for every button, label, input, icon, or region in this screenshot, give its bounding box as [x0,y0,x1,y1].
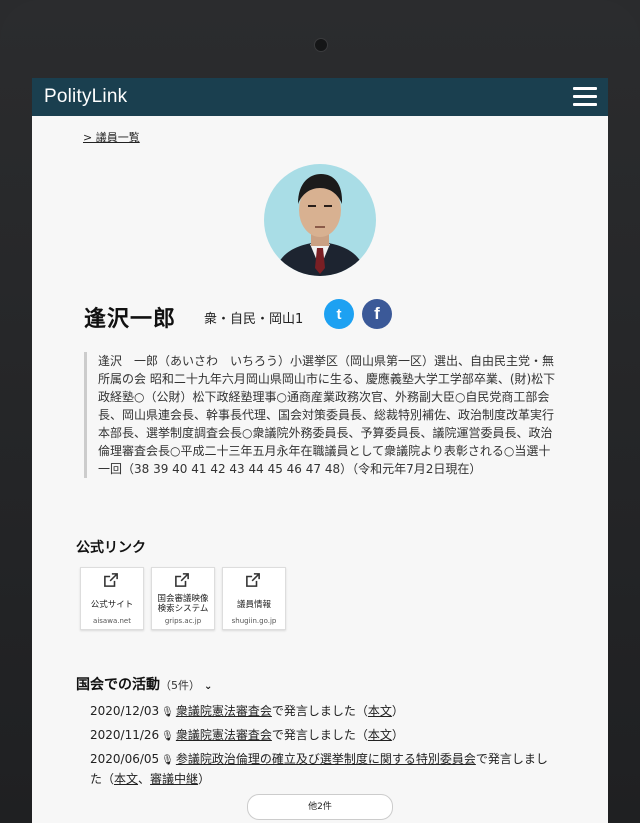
screen: PolityLink > 議員一覧 逢沢一郎 衆・自民・岡山1 t f 逢沢 一… [32,78,608,823]
list-item: 2020/11/26 🎙 衆議院憲法審査会で発言しました（本文） [90,726,550,746]
chevron-down-icon[interactable]: ⌄ [204,681,212,692]
broadcast-link[interactable]: 審議中継 [150,772,198,786]
external-link-icon [104,573,118,587]
link-domain: shugiin.go.jp [231,617,277,625]
list-item: 2020/12/03 🎙 衆議院憲法審査会で発言しました（本文） [90,702,550,722]
link-domain: aisawa.net [93,617,131,625]
member-bio: 逢沢 一郎（あいさわ いちろう）小選挙区（岡山県第一区）選出、自由民主党・無所属… [84,352,558,478]
activity-date: 2020/11/26 [90,728,160,742]
link-member-info[interactable]: 議員情報 shugiin.go.jp [222,567,286,630]
link-diet-video[interactable]: 国会審議映像 検索システム grips.ac.jp [151,567,215,630]
navbar: PolityLink [32,78,608,116]
activity-date: 2020/06/05 [90,752,160,766]
link-label: 国会審議映像 [157,594,209,604]
activity-close: ） [391,704,404,718]
official-links: 公式サイト aisawa.net 国会審議映像 検索システム grips.ac.… [80,567,286,630]
transcript-link[interactable]: 本文 [368,704,392,718]
tablet-frame: PolityLink > 議員一覧 逢沢一郎 衆・自民・岡山1 t f 逢沢 一… [0,0,640,823]
activity-list: 2020/12/03 🎙 衆議院憲法審査会で発言しました（本文） 2020/11/2… [90,702,550,792]
avatar [264,164,376,276]
microphone-icon: 🎙 [161,755,174,766]
show-more-button[interactable]: 他2件 [247,794,393,820]
link-label: 議員情報 [236,600,271,610]
link-label: 公式サイト [90,600,134,610]
breadcrumb-members-list[interactable]: > 議員一覧 [83,129,140,145]
activity-title-text: 国会での活動 [76,677,160,693]
activity-date: 2020/12/03 [90,704,160,718]
activity-text: で発言しました（ [271,704,368,718]
microphone-icon: 🎙 [161,707,174,718]
activity-close: ） [198,772,211,786]
brand-logo[interactable]: PolityLink [44,86,127,108]
twitter-icon[interactable]: t [324,299,354,329]
member-affiliation: 衆・自民・岡山1 [204,312,304,327]
camera-icon [314,38,328,52]
transcript-link[interactable]: 本文 [114,772,138,786]
official-links-title: 公式リンク [76,540,146,556]
activity-count: （5件） [160,679,200,692]
member-name: 逢沢一郎 [84,307,177,332]
menu-icon[interactable] [573,87,597,107]
microphone-icon: 🎙 [161,731,174,742]
external-link-icon [175,573,189,587]
committee-link[interactable]: 参議院政治倫理の確立及び選挙制度に関する特別委員会 [176,752,476,766]
transcript-link[interactable]: 本文 [368,728,392,742]
activity-close: ） [391,728,404,742]
link-label: 検索システム [157,604,209,614]
link-official-site[interactable]: 公式サイト aisawa.net [80,567,144,630]
committee-link[interactable]: 衆議院憲法審査会 [176,728,272,742]
activity-sep: 、 [138,772,151,786]
facebook-icon[interactable]: f [362,299,392,329]
activity-text: で発言しました（ [271,728,368,742]
list-item: 2020/06/05 🎙 参議院政治倫理の確立及び選挙制度に関する特別委員会で発言し… [90,750,550,788]
external-link-icon [246,573,260,587]
activity-title[interactable]: 国会での活動（5件） ⌄ [76,674,212,694]
profile-header: 逢沢一郎 衆・自民・岡山1 t f [84,299,564,333]
link-domain: grips.ac.jp [164,617,202,625]
committee-link[interactable]: 衆議院憲法審査会 [176,704,272,718]
